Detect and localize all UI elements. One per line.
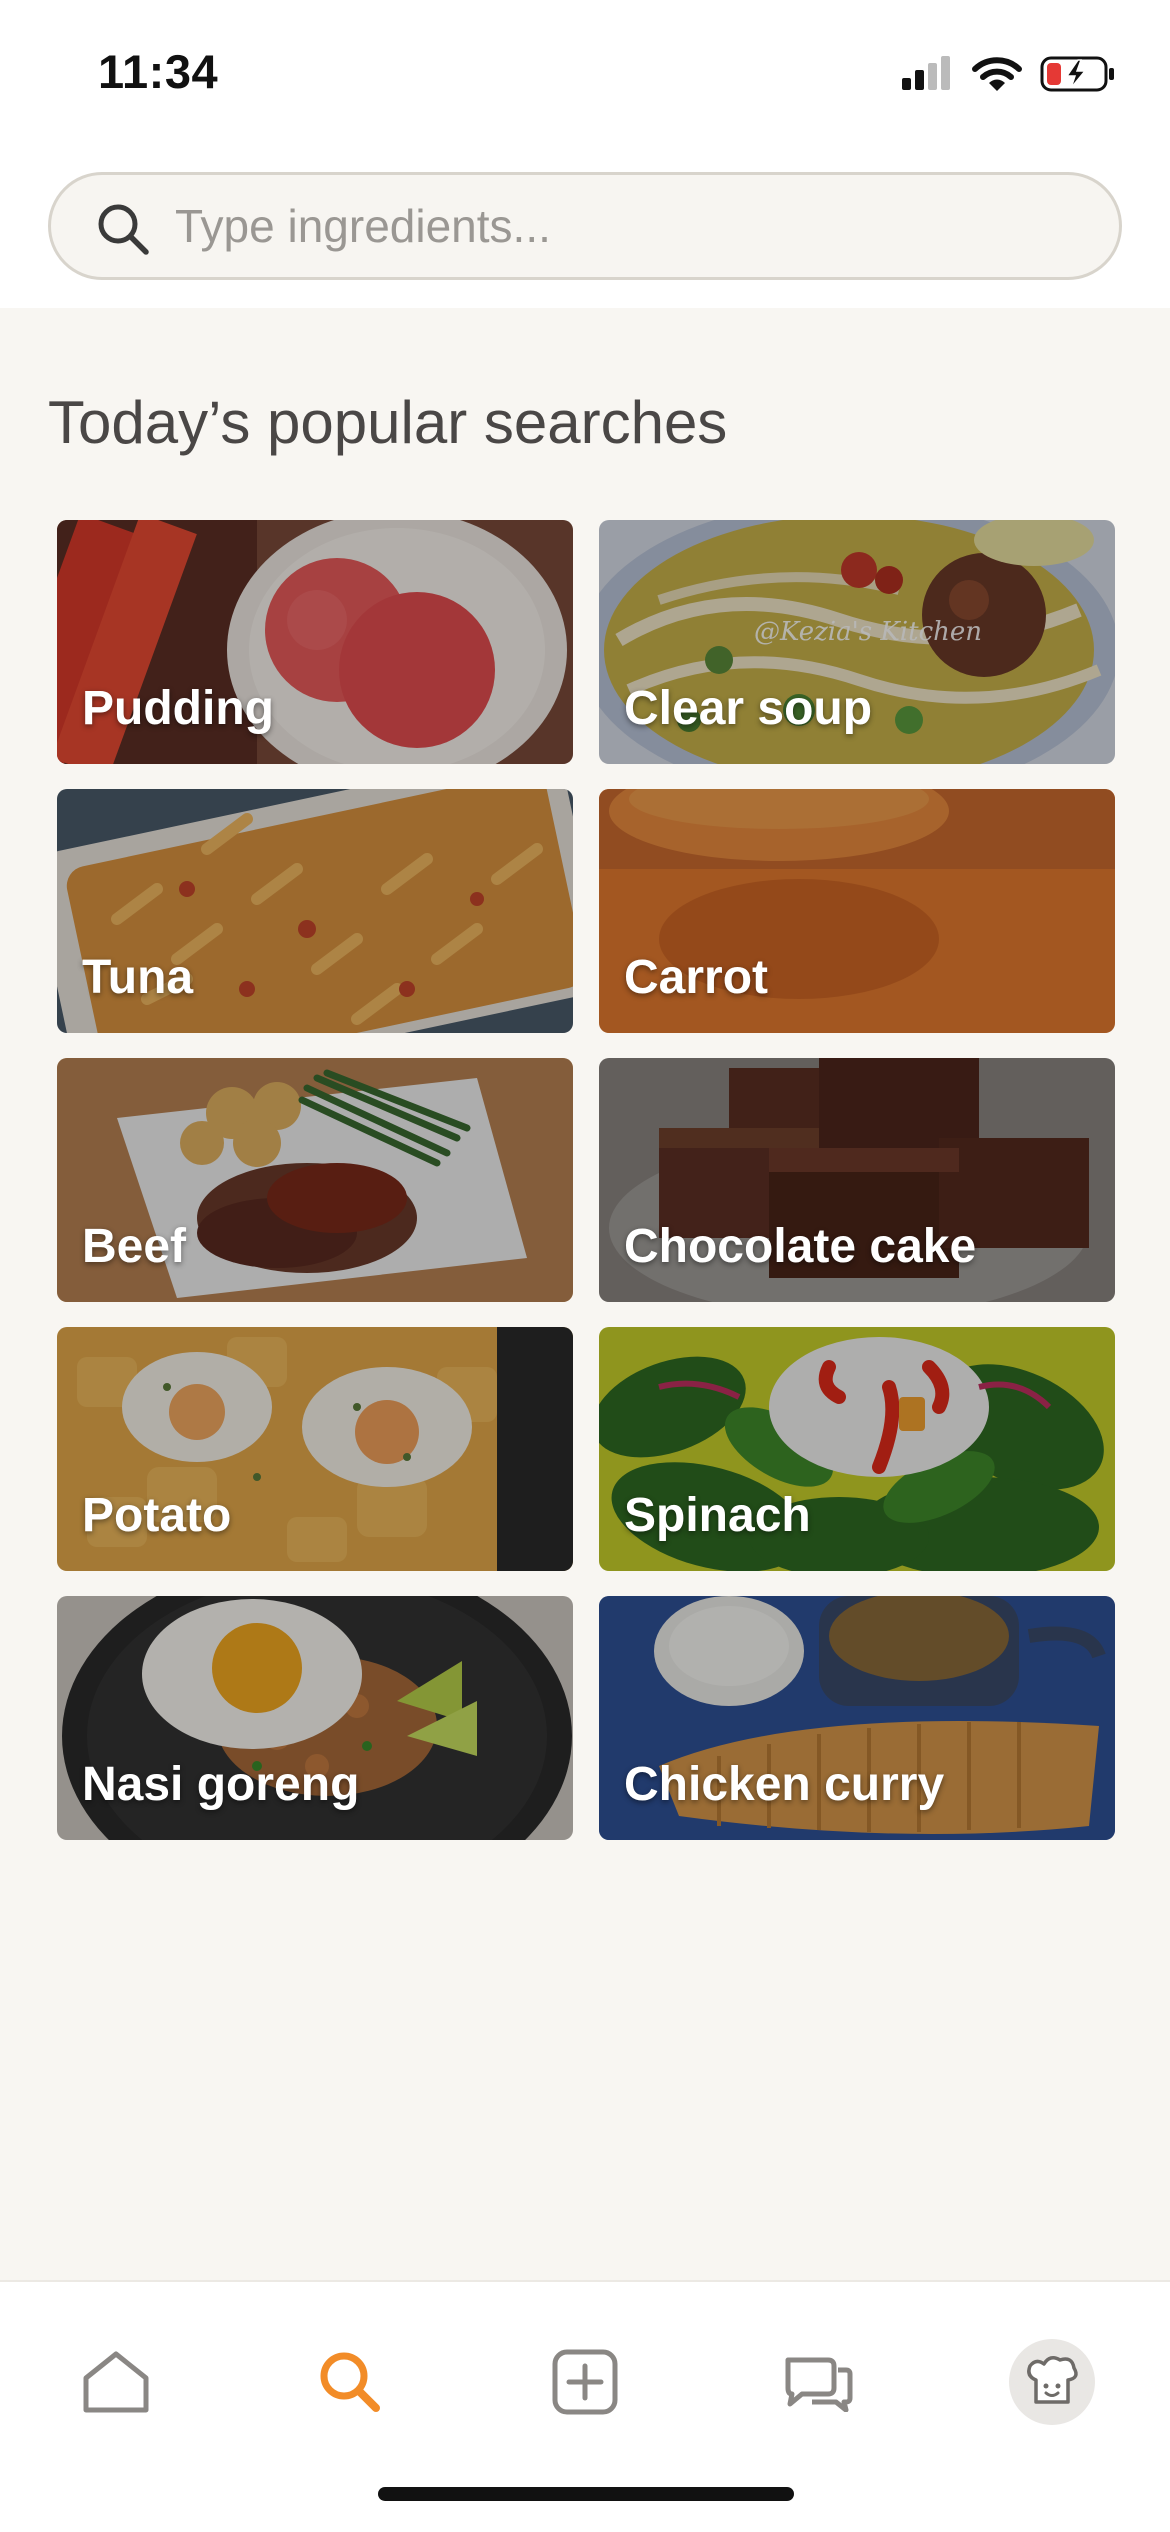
search-tile-pudding[interactable]: Pudding bbox=[57, 520, 573, 764]
search-input[interactable] bbox=[175, 175, 1075, 277]
tile-label: Potato bbox=[82, 1489, 232, 1542]
status-time: 11:34 bbox=[98, 45, 219, 98]
tile-label: Chicken curry bbox=[624, 1758, 945, 1811]
tab-search[interactable] bbox=[290, 2322, 410, 2442]
search-header bbox=[0, 150, 1170, 308]
tile-label: Carrot bbox=[624, 951, 769, 1004]
avatar bbox=[1009, 2339, 1095, 2425]
search-tile-beef[interactable]: Beef bbox=[57, 1058, 573, 1302]
popular-searches-grid: Pudding @Kezia's Kitchen Clear soup Tuna… bbox=[57, 520, 1115, 1840]
search-icon bbox=[320, 2352, 380, 2412]
tab-chat[interactable] bbox=[758, 2322, 878, 2442]
tile-label: Pudding bbox=[82, 682, 274, 735]
add-recipe-icon bbox=[552, 2349, 618, 2415]
tile-label: Beef bbox=[82, 1220, 187, 1273]
search-tile-clear-soup[interactable]: @Kezia's Kitchen Clear soup bbox=[599, 520, 1115, 764]
search-tile-chocolate-cake[interactable]: Chocolate cake bbox=[599, 1058, 1115, 1302]
tile-label: Chocolate cake bbox=[624, 1220, 977, 1273]
tile-label: Tuna bbox=[82, 951, 194, 1004]
tab-home[interactable] bbox=[56, 2322, 176, 2442]
chat-icon bbox=[785, 2357, 853, 2412]
status-icons bbox=[900, 54, 1116, 94]
search-tile-nasi-goreng[interactable]: Nasi goreng bbox=[57, 1596, 573, 1840]
search-tile-spinach[interactable]: Spinach bbox=[599, 1327, 1115, 1571]
tile-label: Clear soup bbox=[624, 682, 873, 735]
cellular-signal-icon bbox=[902, 56, 950, 90]
tab-add-recipe[interactable] bbox=[525, 2322, 645, 2442]
tile-label: Spinach bbox=[624, 1489, 811, 1542]
tab-profile[interactable] bbox=[992, 2322, 1112, 2442]
battery-charging-icon bbox=[1040, 56, 1114, 92]
home-icon bbox=[83, 2351, 149, 2413]
search-tile-potato[interactable]: Potato bbox=[57, 1327, 573, 1571]
search-tile-carrot[interactable]: Carrot bbox=[599, 789, 1115, 1033]
home-indicator[interactable] bbox=[378, 2487, 794, 2501]
search-icon bbox=[98, 204, 149, 255]
search-tile-tuna[interactable]: Tuna bbox=[57, 789, 573, 1033]
search-tile-chicken-curry[interactable]: Chicken curry bbox=[599, 1596, 1115, 1840]
profile-chef-icon bbox=[1027, 2356, 1078, 2404]
wifi-icon bbox=[972, 57, 1022, 91]
section-title: Today’s popular searches bbox=[48, 389, 728, 456]
tile-label: Nasi goreng bbox=[82, 1758, 360, 1811]
search-bar[interactable] bbox=[48, 172, 1122, 280]
status-bar: 11:34 bbox=[0, 0, 1170, 150]
